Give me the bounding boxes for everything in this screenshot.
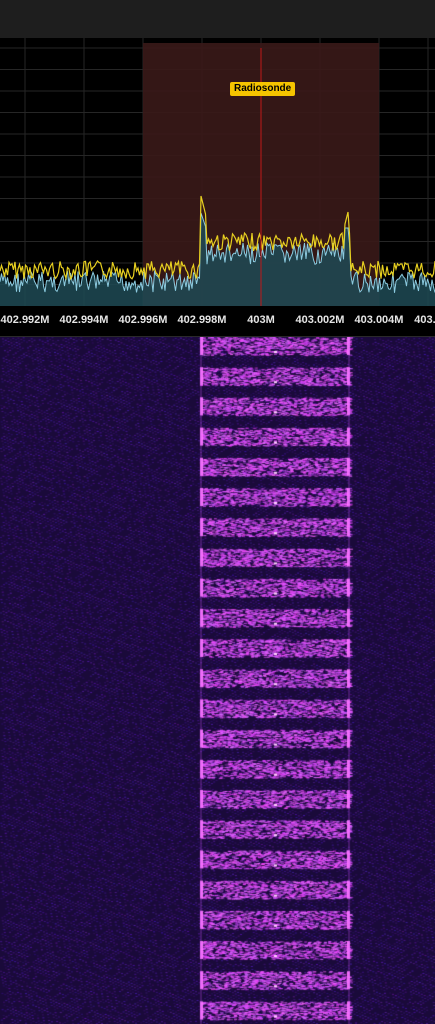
tick-label: 402.998M bbox=[177, 314, 227, 326]
spectrum-plot[interactable] bbox=[0, 38, 435, 306]
waterfall-display[interactable] bbox=[0, 337, 435, 1024]
tick-label-center: 403M bbox=[247, 314, 275, 326]
tick-label: 403.0 bbox=[414, 314, 435, 326]
frequency-axis[interactable]: 402.992M 402.994M 402.996M 402.998M 403M… bbox=[0, 306, 435, 337]
tick-label: 402.992M bbox=[0, 314, 50, 326]
tick-label: 402.994M bbox=[59, 314, 109, 326]
tick-label: 403.002M bbox=[295, 314, 345, 326]
spectrum-panel[interactable]: Radiosonde bbox=[0, 38, 435, 306]
top-toolbar bbox=[0, 0, 435, 39]
band-label-radiosonde[interactable]: Radiosonde bbox=[230, 82, 296, 96]
tick-label: 403.004M bbox=[354, 314, 404, 326]
tick-label: 402.996M bbox=[118, 314, 168, 326]
waterfall-canvas[interactable] bbox=[0, 337, 435, 1024]
